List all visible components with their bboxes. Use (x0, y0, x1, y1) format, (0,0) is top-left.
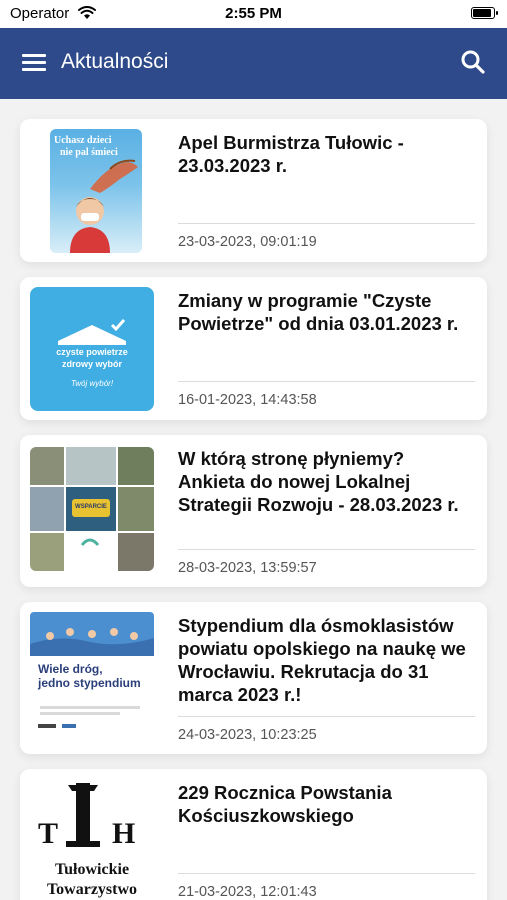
divider (178, 381, 475, 382)
divider (178, 873, 475, 874)
news-card[interactable]: T H Tułowickie Towarzystwo 229 Rocznica … (20, 769, 487, 900)
news-feed[interactable]: Uchasz dzieci nie pal śmieci Apel Burmis… (0, 99, 507, 900)
hamburger-icon-line (22, 54, 46, 57)
article-thumbnail: Wiele dróg, jedno stypendium (30, 612, 154, 736)
news-card[interactable]: Wiele dróg, jedno stypendium Stypendium … (20, 602, 487, 754)
divider (178, 549, 475, 550)
hamburger-icon-line (22, 61, 46, 64)
battery-level (473, 9, 492, 17)
clock: 2:55 PM (225, 5, 282, 22)
article-date: 16-01-2023, 14:43:58 (178, 392, 317, 408)
divider (178, 716, 475, 717)
article-title: Zmiany w programie "Czyste Powietrze" od… (178, 290, 459, 334)
logo-text: czyste powietrze (56, 347, 128, 357)
article-title: 229 Rocznica Powstania Kościuszkowskiego (178, 782, 392, 826)
article-title: W którą stronę płyniemy? Ankieta do nowe… (178, 448, 459, 515)
logo-text: Tułowickie (54, 861, 130, 878)
article-thumbnail: Uchasz dzieci nie pal śmieci (50, 129, 142, 253)
battery-icon (471, 7, 498, 19)
svg-text:T: T (38, 817, 58, 850)
article-date: 24-03-2023, 10:23:25 (178, 727, 317, 743)
article-title: Apel Burmistrza Tułowic - 23.03.2023 r. (178, 132, 404, 176)
logo-text: zdrowy wybór (61, 359, 122, 369)
article-title: Stypendium dla ósmoklasistów powiatu opo… (178, 615, 466, 705)
article-thumbnail: T H Tułowickie Towarzystwo (30, 779, 154, 900)
news-card[interactable]: czyste powietrze zdrowy wybór Twój wybór… (20, 277, 487, 420)
article-thumbnail: WSPARCIE (30, 447, 154, 571)
logo-text: Towarzystwo (46, 881, 138, 898)
logo-slogan: Twój wybór! (70, 379, 114, 388)
news-card[interactable]: WSPARCIE W którą stronę płyniemy? Ankiet… (20, 435, 487, 587)
hamburger-icon-line (22, 68, 46, 71)
poster-heading: Wiele dróg, (38, 662, 103, 676)
poster-text: Uchasz dzieci (54, 135, 112, 146)
menu-button[interactable] (22, 52, 46, 72)
page-title: Aktualności (61, 50, 169, 73)
article-date: 23-03-2023, 09:01:19 (178, 234, 317, 250)
poster-text: nie pal śmieci (60, 147, 118, 158)
svg-text:H: H (112, 817, 135, 850)
poster-heading: jedno stypendium (38, 676, 141, 690)
collage-label: WSPARCIE (75, 504, 107, 510)
divider (178, 223, 475, 224)
article-thumbnail: czyste powietrze zdrowy wybór Twój wybór… (30, 287, 154, 411)
article-date: 21-03-2023, 12:01:43 (178, 884, 317, 900)
status-bar: Operator 2:55 PM (0, 0, 507, 28)
news-card[interactable]: Uchasz dzieci nie pal śmieci Apel Burmis… (20, 119, 487, 262)
article-date: 28-03-2023, 13:59:57 (178, 560, 317, 576)
search-icon[interactable] (459, 48, 487, 76)
